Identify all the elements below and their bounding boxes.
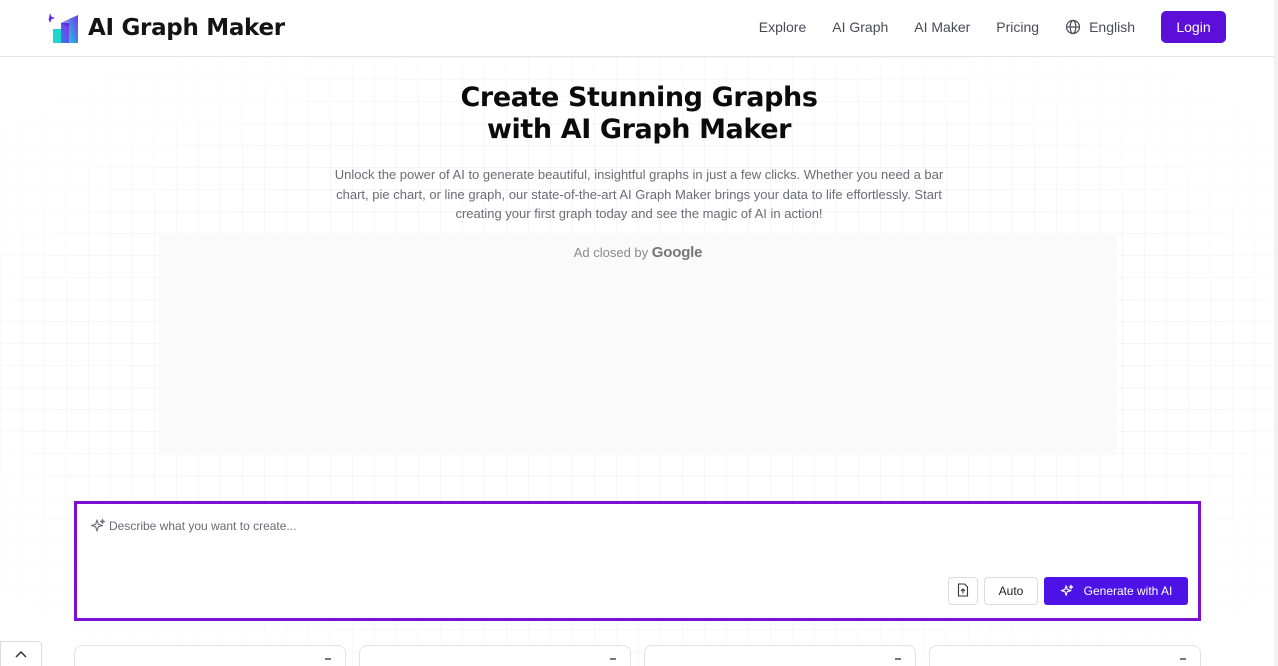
page-scrollbar[interactable] (1274, 0, 1278, 666)
template-card[interactable] (359, 645, 631, 666)
template-card[interactable] (644, 645, 916, 666)
mode-auto-button[interactable]: Auto (984, 577, 1038, 605)
nav-ai-graph[interactable]: AI Graph (832, 19, 888, 35)
prompt-box: Auto Generate with AI (74, 501, 1201, 621)
ad-brand: Google (651, 244, 703, 261)
card-indicator (895, 658, 901, 660)
ad-closed-notice: Ad closed by Google (159, 244, 1117, 261)
nav-explore[interactable]: Explore (759, 19, 806, 35)
main-nav: Explore AI Graph AI Maker Pricing Englis… (733, 11, 1226, 43)
file-upload-icon (957, 582, 969, 600)
hero-title: Create Stunning Graphs with AI Graph Mak… (0, 82, 1278, 146)
sparkle-icon (90, 518, 106, 534)
hero-subtitle: Unlock the power of AI to generate beaut… (334, 167, 944, 221)
prompt-input[interactable] (109, 516, 1009, 536)
upload-file-button[interactable] (948, 577, 978, 605)
template-card[interactable] (74, 645, 346, 666)
hero-title-line-1: Create Stunning Graphs (460, 82, 818, 113)
sparkle-icon (1060, 584, 1073, 596)
card-indicator (325, 658, 331, 660)
card-indicator (610, 658, 616, 660)
language-label: English (1089, 19, 1135, 35)
globe-icon (1065, 19, 1081, 35)
bar-chart-sparkle-icon (48, 11, 82, 45)
ad-placeholder: Ad closed by Google (159, 233, 1117, 455)
generate-button-label: Generate with AI (1083, 584, 1173, 598)
nav-pricing[interactable]: Pricing (996, 19, 1039, 35)
template-card[interactable] (929, 645, 1201, 666)
hero-title-line-2: with AI Graph Maker (486, 114, 792, 145)
logo-link[interactable]: AI Graph Maker (48, 10, 285, 46)
login-button[interactable]: Login (1161, 11, 1226, 43)
generate-button[interactable]: Generate with AI (1044, 577, 1188, 605)
back-to-top-button[interactable] (0, 641, 42, 666)
ad-closed-text: Ad closed by (573, 245, 649, 260)
logo-text: AI Graph Maker (88, 15, 285, 41)
site-header: AI Graph Maker Explore AI Graph AI Maker… (0, 0, 1278, 57)
language-selector[interactable]: English (1065, 19, 1135, 35)
chevron-up-icon (14, 647, 28, 662)
card-indicator (1180, 658, 1186, 660)
nav-ai-maker[interactable]: AI Maker (914, 19, 970, 35)
